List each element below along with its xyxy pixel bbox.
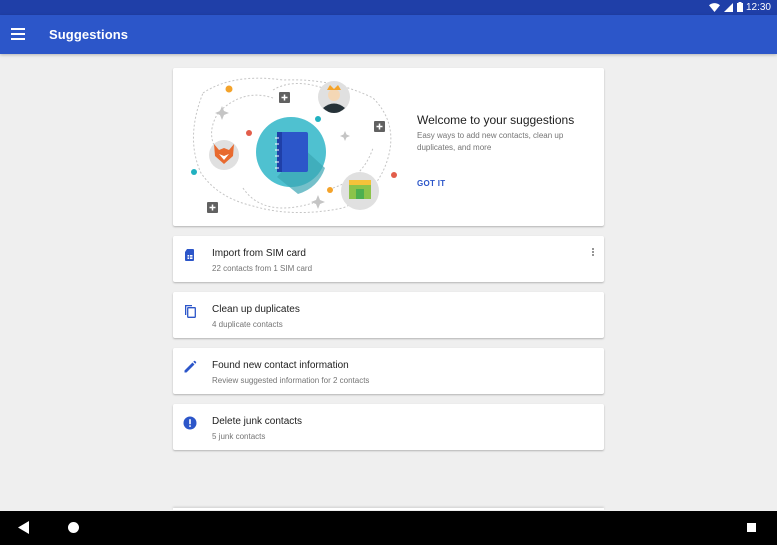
signal-icon	[724, 2, 733, 12]
welcome-title: Welcome to your suggestions	[417, 113, 575, 127]
back-icon[interactable]	[18, 521, 29, 534]
page-title: Suggestions	[49, 27, 129, 42]
welcome-description: Easy ways to add new contacts, clean up …	[417, 131, 564, 152]
status-bar: 12:30	[0, 0, 777, 15]
copy-icon	[185, 305, 196, 318]
suggestion-subtitle: 4 duplicate contacts	[212, 320, 283, 329]
next-card-edge	[173, 508, 604, 510]
suggestion-delete-junk[interactable]: Delete junk contacts 5 junk contacts	[173, 404, 604, 450]
suggestion-subtitle: 22 contacts from 1 SIM card	[212, 264, 313, 273]
suggestion-title: Delete junk contacts	[212, 416, 303, 427]
suggestion-import-sim[interactable]: Import from SIM card 22 contacts from 1 …	[173, 236, 604, 282]
navigation-bar	[0, 511, 777, 545]
alert-icon	[183, 416, 197, 430]
suggestion-subtitle: 5 junk contacts	[212, 432, 266, 441]
menu-icon[interactable]	[11, 28, 25, 40]
recents-icon[interactable]	[747, 523, 756, 532]
pencil-icon	[184, 360, 197, 373]
suggestion-new-contact-info[interactable]: Found new contact information Review sug…	[173, 348, 604, 394]
app-bar: Suggestions	[0, 15, 777, 54]
suggestion-clean-duplicates[interactable]: Clean up duplicates 4 duplicate contacts	[173, 292, 604, 338]
suggestion-title: Found new contact information	[212, 360, 349, 371]
battery-icon	[737, 2, 743, 12]
got-it-button[interactable]: GOT IT	[417, 179, 445, 188]
home-icon[interactable]	[68, 522, 79, 533]
status-icons	[709, 2, 743, 12]
suggestion-subtitle: Review suggested information for 2 conta…	[212, 376, 370, 385]
status-time: 12:30	[745, 2, 771, 13]
more-options-icon[interactable]	[590, 248, 596, 260]
welcome-card: Welcome to your suggestions Easy ways to…	[173, 68, 604, 226]
sim-card-icon	[185, 249, 194, 261]
suggestion-title: Clean up duplicates	[212, 304, 300, 315]
wifi-icon	[709, 2, 720, 12]
suggestions-list[interactable]: Welcome to your suggestions Easy ways to…	[0, 54, 777, 511]
suggestion-title: Import from SIM card	[212, 248, 306, 259]
suggestions-illustration-icon	[191, 77, 397, 213]
